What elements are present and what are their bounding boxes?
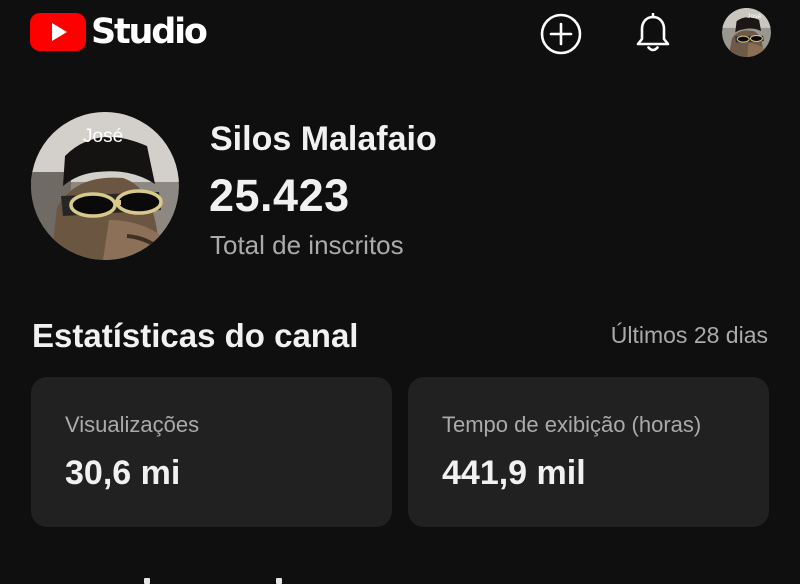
subscriber-count: 25.423 (209, 170, 350, 221)
notifications-button[interactable] (628, 9, 678, 59)
top-app-bar: Studio José (0, 0, 800, 70)
account-avatar-caption: José (747, 13, 761, 20)
youtube-play-icon (30, 13, 86, 51)
logo-text: Studio (91, 12, 208, 52)
create-button[interactable] (536, 9, 586, 59)
notifications-bell-icon (636, 13, 670, 52)
watch-time-stat-card[interactable]: Tempo de exibição (horas) 441,9 mil (408, 377, 769, 527)
channel-avatar-image: José (31, 112, 179, 260)
youtube-studio-logo[interactable]: Studio (30, 12, 208, 52)
subscriber-label: Total de inscritos (210, 230, 404, 260)
channel-stats-title: Estatísticas do canal (32, 317, 359, 354)
next-section-heading-cut-off (32, 568, 332, 584)
watch-time-value: 441,9 mil (442, 454, 586, 492)
channel-avatar-caption: José (83, 126, 123, 147)
stats-period-label[interactable]: Últimos 28 dias (611, 320, 768, 350)
account-avatar-image: José (722, 8, 771, 57)
channel-avatar: José (31, 112, 179, 260)
views-label: Visualizações (65, 412, 200, 437)
watch-time-label: Tempo de exibição (horas) (442, 412, 702, 437)
views-value: 30,6 mi (65, 454, 181, 492)
create-plus-icon (540, 13, 582, 55)
account-avatar[interactable]: José (722, 8, 771, 57)
channel-name: Silos Malafaio (210, 120, 437, 158)
views-stat-card[interactable]: Visualizações 30,6 mi (31, 377, 392, 527)
